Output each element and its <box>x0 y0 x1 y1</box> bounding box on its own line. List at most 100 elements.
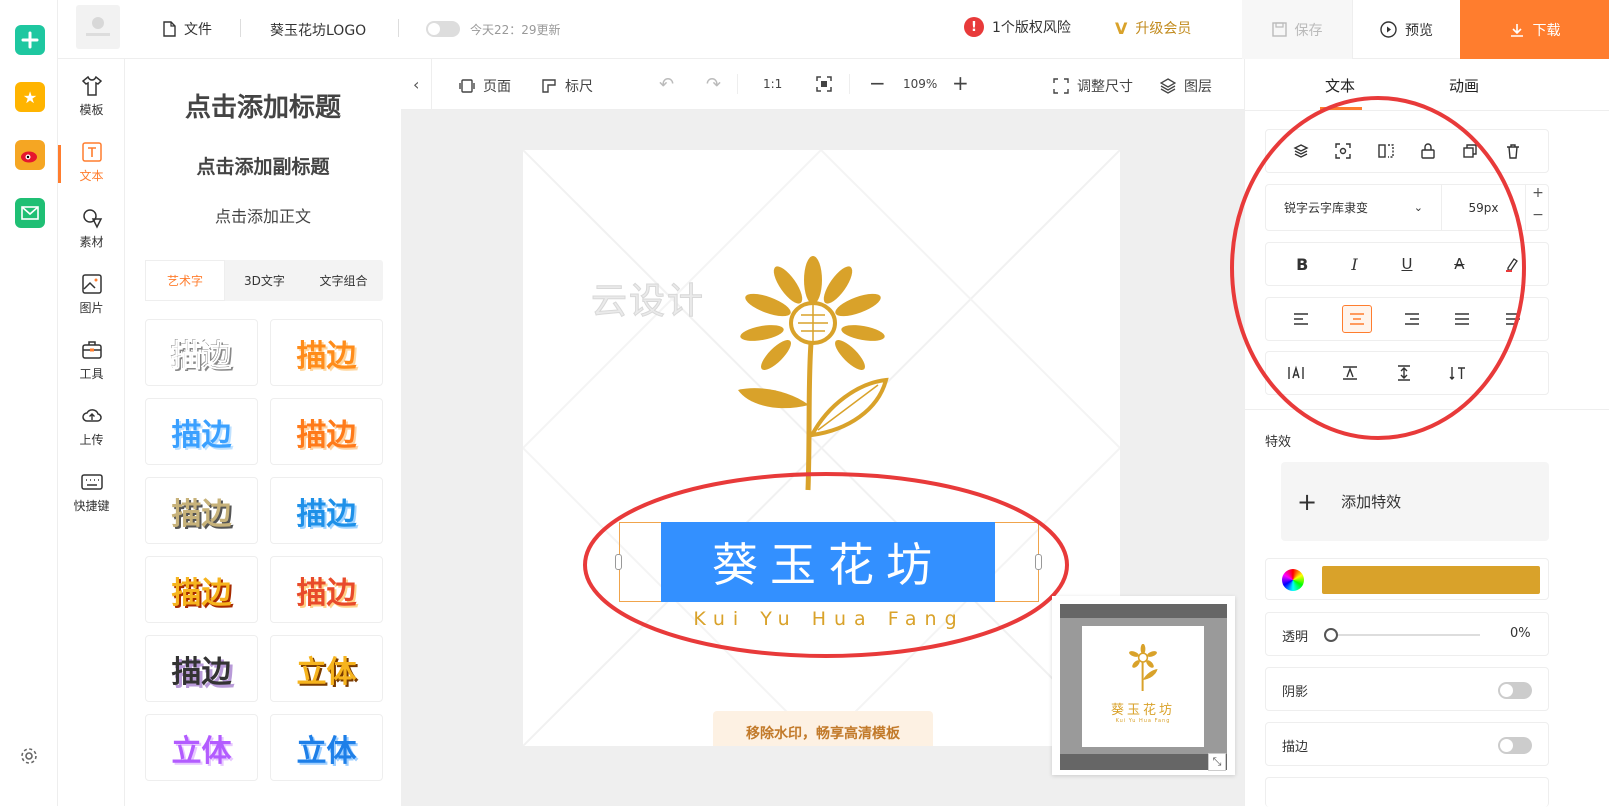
copyright-warning[interactable]: ! 1个版权风险 <box>964 17 1071 37</box>
watermark-text: 云设计 <box>590 281 706 323</box>
font-size-decrease-button[interactable]: − <box>1528 207 1548 229</box>
center-align-icon[interactable] <box>1333 141 1353 161</box>
strikethrough-icon[interactable]: A <box>1449 254 1469 274</box>
autosave-toggle[interactable] <box>426 21 460 37</box>
text-direction-icon[interactable] <box>1448 363 1468 383</box>
text-color-swatch[interactable] <box>1322 566 1540 594</box>
opacity-slider-track[interactable] <box>1330 634 1480 636</box>
warning-icon: ! <box>964 17 984 37</box>
art-text-tile[interactable]: 描边 <box>145 635 258 702</box>
toolbox-icon <box>81 341 102 359</box>
art-text-tile[interactable]: 描边 <box>145 556 258 623</box>
document-title[interactable]: 葵玉花坊LOGO <box>270 20 366 40</box>
art-text-tile[interactable]: 立体 <box>145 714 258 781</box>
nav-item-shortcuts[interactable]: 快捷键 <box>58 463 125 525</box>
font-size-input[interactable]: 59px <box>1442 185 1526 230</box>
tab-3d-text[interactable]: 3D文字 <box>225 260 304 301</box>
art-text-tile[interactable]: 立体 <box>270 635 383 702</box>
stroke-toggle[interactable] <box>1498 737 1532 754</box>
justify-icon[interactable] <box>1452 309 1472 329</box>
font-family-select[interactable]: 锐字云字库隶变 ⌄ <box>1266 185 1442 230</box>
add-title-button[interactable]: 点击添加标题 <box>125 87 401 124</box>
art-text-tile[interactable]: 描边 <box>270 398 383 465</box>
upgrade-button[interactable]: V 升级会员 <box>1115 18 1191 38</box>
color-wheel-icon[interactable] <box>1282 569 1304 591</box>
project-thumbnail[interactable] <box>76 5 120 49</box>
nav-item-upload[interactable]: 上传 <box>58 397 125 459</box>
redo-icon[interactable]: ↷ <box>706 74 721 95</box>
line-height-icon[interactable] <box>1394 363 1414 383</box>
art-text-tile[interactable]: 描边 <box>270 319 383 386</box>
zoom-out-button[interactable]: − <box>869 71 886 95</box>
resize-handle-right[interactable] <box>1035 554 1042 570</box>
zoom-in-button[interactable]: + <box>952 71 969 95</box>
star-icon[interactable]: ★ <box>15 82 45 112</box>
tab-text[interactable]: 文本 <box>1325 75 1355 96</box>
opacity-value: 0% <box>1510 626 1531 641</box>
shadow-toggle[interactable] <box>1498 682 1532 699</box>
weibo-icon[interactable] <box>15 140 45 170</box>
tab-art-text[interactable]: 艺术字 <box>145 260 225 301</box>
mail-icon[interactable] <box>15 198 45 228</box>
align-right-icon[interactable] <box>1402 309 1422 329</box>
settings-gear-icon[interactable] <box>19 746 39 770</box>
layer-order-icon[interactable] <box>1291 141 1311 161</box>
save-button[interactable]: 保存 <box>1242 0 1352 59</box>
italic-icon[interactable]: I <box>1345 254 1365 274</box>
underline-icon[interactable]: U <box>1397 254 1417 274</box>
app-switch-icon[interactable] <box>15 25 45 55</box>
add-effect-button[interactable]: + 添加特效 <box>1281 462 1549 541</box>
fit-screen-icon[interactable] <box>815 75 833 97</box>
file-menu[interactable]: 文件 <box>162 19 212 39</box>
ruler-button[interactable]: 标尺 <box>541 76 593 96</box>
sunflower-logo[interactable] <box>718 255 908 495</box>
logo-subtitle-text[interactable]: Kui Yu Hua Fang <box>619 608 1039 630</box>
layers-button[interactable]: 图层 <box>1160 76 1212 96</box>
art-text-tile[interactable]: 描边 <box>270 556 383 623</box>
art-text-tile[interactable]: 立体 <box>270 714 383 781</box>
resize-button[interactable]: 调整尺寸 <box>1053 76 1133 96</box>
justify-all-icon[interactable] <box>1503 309 1523 329</box>
logo-title-text[interactable]: 葵玉花坊 <box>661 522 995 602</box>
lock-icon[interactable] <box>1418 141 1438 161</box>
align-left-icon[interactable] <box>1291 309 1311 329</box>
download-button[interactable]: 下载 <box>1460 0 1609 59</box>
minimap-expand-icon[interactable]: ⤡ <box>1208 753 1226 771</box>
opacity-slider-thumb[interactable] <box>1324 628 1338 642</box>
text-highlight-icon[interactable] <box>1502 254 1522 274</box>
resize-icon <box>1053 78 1069 94</box>
preview-button[interactable]: 预览 <box>1352 0 1460 59</box>
art-text-tile[interactable]: 描边 <box>145 477 258 544</box>
add-body-button[interactable]: 点击添加正文 <box>125 203 401 227</box>
tab-animation[interactable]: 动画 <box>1449 75 1479 96</box>
font-size-increase-button[interactable]: + <box>1528 185 1548 207</box>
add-subtitle-button[interactable]: 点击添加副标题 <box>125 152 401 179</box>
collapse-panel-icon[interactable]: ‹ <box>413 75 419 94</box>
flip-icon[interactable] <box>1376 141 1396 161</box>
remove-watermark-banner[interactable]: 移除水印，畅享高清模板 <box>713 711 933 746</box>
art-text-tile[interactable]: 描边 <box>145 319 258 386</box>
page-button[interactable]: 页面 <box>459 76 511 96</box>
spacing-toolbar <box>1265 351 1549 395</box>
tab-text-combo[interactable]: 文字组合 <box>304 260 383 301</box>
nav-item-images[interactable]: 图片 <box>58 265 125 327</box>
undo-icon[interactable]: ↶ <box>659 74 674 95</box>
resize-handle-left[interactable] <box>615 554 622 570</box>
vertical-align-icon[interactable] <box>1340 363 1360 383</box>
zoom-level[interactable]: 109% <box>903 77 937 91</box>
copy-icon[interactable] <box>1460 141 1480 161</box>
trash-icon[interactable] <box>1503 141 1523 161</box>
letter-spacing-icon[interactable] <box>1286 363 1306 383</box>
art-text-tile[interactable]: 描边 <box>145 398 258 465</box>
nav-item-templates[interactable]: 模板 <box>58 67 125 129</box>
nav-item-text[interactable]: 文本 <box>58 133 125 195</box>
minimap[interactable]: 葵玉花坊 Kui Yu Hua Fang ⤡ <box>1052 596 1235 775</box>
ratio-button[interactable]: 1:1 <box>763 77 782 91</box>
nav-item-materials[interactable]: 素材 <box>58 199 125 261</box>
nav-item-tools[interactable]: 工具 <box>58 331 125 393</box>
art-text-tabs: 艺术字 3D文字 文字组合 <box>145 260 383 301</box>
align-center-icon[interactable] <box>1341 305 1372 333</box>
bold-icon[interactable]: B <box>1292 254 1312 274</box>
art-text-tile[interactable]: 描边 <box>270 477 383 544</box>
design-page[interactable]: 云设计 葵玉花坊 Kui Yu Hua Fang 移除水印，畅享高清模板 <box>523 150 1120 746</box>
